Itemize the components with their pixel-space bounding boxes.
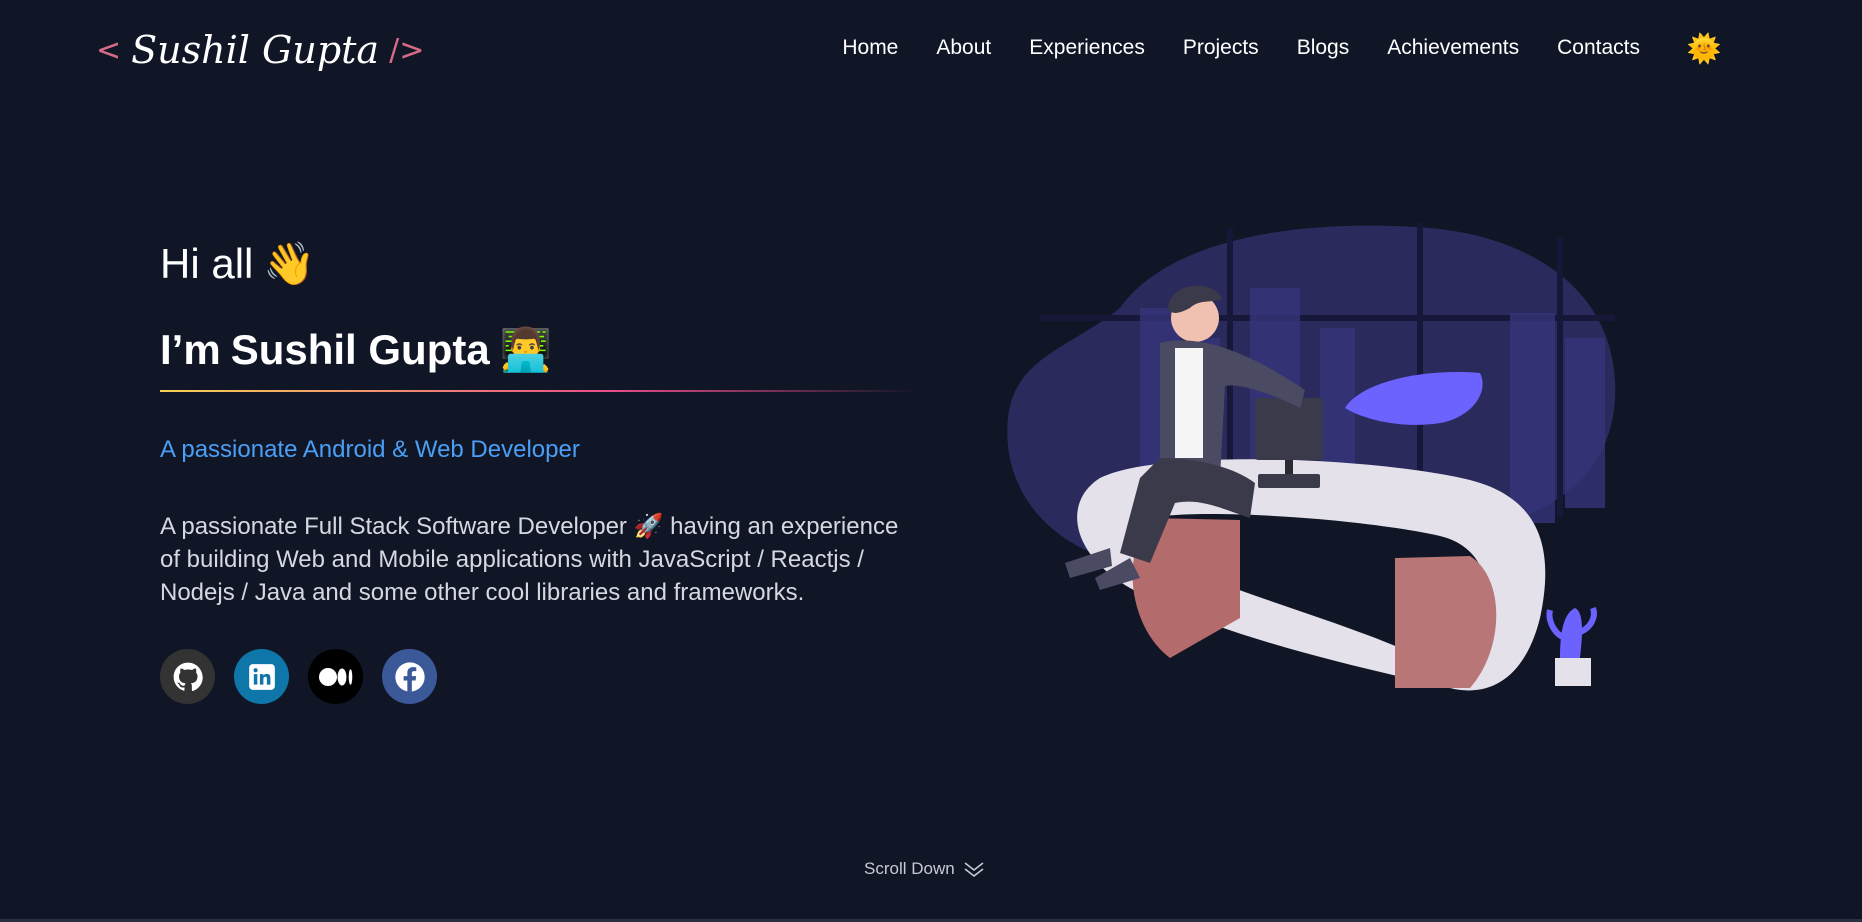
person-shirt (1175, 348, 1203, 458)
facebook-link[interactable] (382, 649, 437, 704)
greeting-text: Hi all (160, 240, 254, 287)
desk-panel-right (1395, 556, 1497, 688)
hero-intro: Hi all 👋 I’m Sushil Gupta 👨‍💻 A passiona… (160, 232, 920, 704)
github-link[interactable] (160, 649, 215, 704)
site-logo[interactable]: < Sushil Gupta /> (96, 22, 424, 78)
cactus-pot (1555, 658, 1591, 686)
medium-icon (318, 667, 352, 686)
logo-close-tag: /> (389, 32, 425, 68)
nav-blogs[interactable]: Blogs (1297, 36, 1350, 60)
logo-open-tag: < (96, 32, 122, 68)
nav-about[interactable]: About (936, 36, 991, 60)
keyboard (1258, 474, 1320, 488)
facebook-icon (394, 661, 425, 692)
monitor (1255, 398, 1323, 460)
theme-toggle-sun-icon[interactable]: 🌞 (1686, 30, 1722, 66)
nav-home[interactable]: Home (842, 36, 898, 60)
intro-heading: I’m Sushil Gupta 👨‍💻 (160, 318, 920, 382)
scroll-down[interactable]: Scroll Down (864, 857, 985, 881)
nav-projects[interactable]: Projects (1183, 36, 1259, 60)
logo-name: Sushil Gupta (131, 28, 380, 72)
nav-experiences[interactable]: Experiences (1029, 36, 1145, 60)
linkedin-icon (248, 663, 275, 690)
intro-name: Sushil Gupta (230, 326, 490, 373)
linkedin-link[interactable] (234, 649, 289, 704)
double-chevron-down-icon (964, 862, 984, 878)
nav-achievements[interactable]: Achievements (1387, 36, 1519, 60)
gradient-divider (160, 390, 916, 392)
description: A passionate Full Stack Software Develop… (160, 513, 899, 606)
github-icon (173, 662, 203, 691)
medium-link[interactable] (308, 649, 363, 704)
intro-prefix: I’m (160, 326, 221, 373)
technologist-icon: 👨‍💻 (499, 325, 552, 373)
greeting-heading: Hi all 👋 (160, 232, 920, 296)
cactus-plant (1546, 606, 1597, 686)
developer-desk-illustration (1007, 223, 1616, 691)
main-nav: Home About Experiences Projects Blogs Ac… (842, 30, 1722, 66)
tagline: A passionate Android & Web Developer (160, 436, 580, 463)
scroll-down-label: Scroll Down (864, 859, 955, 878)
nav-contacts[interactable]: Contacts (1557, 36, 1640, 60)
site-header: < Sushil Gupta /> Home About Experiences… (0, 0, 1862, 96)
social-links (160, 649, 920, 704)
waving-hand-icon: 👋 (263, 239, 316, 287)
